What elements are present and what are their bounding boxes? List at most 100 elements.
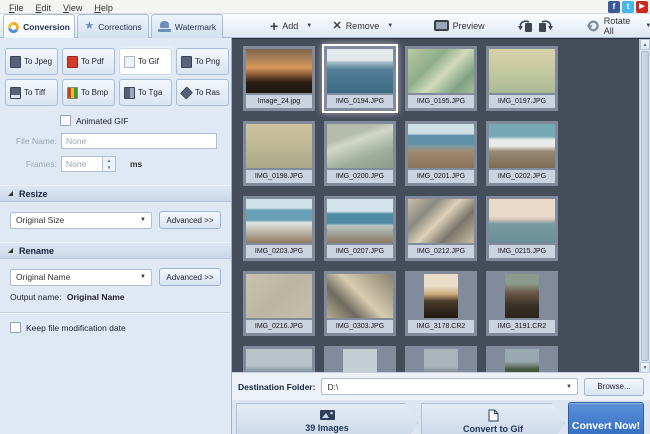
thumbnail-grid: Image_24.jpg IMG_0194.JPG IMG_0195.JPG I… (232, 38, 650, 372)
browse-button[interactable]: Browse... (584, 377, 644, 396)
thumbnail-item[interactable]: IMG_3207.CR2 (243, 346, 315, 372)
format-button[interactable]: To Bmp (62, 79, 115, 106)
tab-toolbar-band: Conversion ★ Corrections Watermark + Add… (0, 14, 650, 39)
thumbnail-filename: IMG_0201.JPG (408, 170, 474, 183)
tab-conversion[interactable]: Conversion (3, 14, 75, 39)
thumbnail-image (327, 49, 393, 93)
menu-item[interactable]: File (3, 3, 30, 13)
social-icon[interactable]: ▶ (636, 1, 648, 13)
format-label: To Gif (138, 57, 159, 66)
format-button[interactable]: To Gif (119, 48, 172, 75)
format-button[interactable]: To Tga (119, 79, 172, 106)
destination-combo[interactable]: D:\ ▼ (321, 378, 578, 395)
format-button[interactable]: To Tiff (5, 79, 58, 106)
thumbnail-item[interactable]: IMG_0203.JPG (243, 196, 315, 261)
thumbnail-item[interactable]: IMG_0215.JPG (486, 196, 558, 261)
plus-icon: + (270, 17, 279, 34)
thumbnail-item[interactable]: IMG_0195.JPG (405, 46, 477, 111)
format-button[interactable]: To Ras (176, 79, 229, 106)
thumbnail-item[interactable]: IMG_0198.JPG (243, 121, 315, 186)
thumbnail-item[interactable]: IMG_3236.CR2 (324, 346, 396, 372)
thumbnail-image (408, 199, 474, 243)
thumbnail-item[interactable]: IMG_0201.JPG (405, 121, 477, 186)
thumbnail-filename: IMG_0207.JPG (327, 245, 393, 258)
scrollbar-thumb[interactable] (641, 51, 649, 361)
scroll-down-icon[interactable]: ▼ (640, 362, 650, 372)
thumbnail-item[interactable]: IMG_0216.JPG (243, 271, 315, 336)
menu-item[interactable]: Help (88, 3, 119, 13)
format-icon (181, 55, 192, 68)
thumbnail-item[interactable]: IMG_0207.JPG (324, 196, 396, 261)
file-name-input[interactable] (61, 133, 217, 149)
thumbnail-filename: Image_24.jpg (246, 95, 312, 108)
menu-item[interactable]: View (57, 3, 88, 13)
preview-button[interactable]: Preview (431, 18, 488, 33)
thumbnail-filename: IMG_0203.JPG (246, 245, 312, 258)
rename-controls: Original Name ▼ Advanced >> (10, 268, 221, 286)
tab-watermark[interactable]: Watermark (151, 14, 223, 38)
thumbnail-image (246, 124, 312, 168)
thumbnail-image (246, 349, 312, 372)
rename-section-header[interactable]: Rename (0, 242, 231, 259)
rename-advanced-button[interactable]: Advanced >> (159, 268, 221, 286)
stepper-down-icon[interactable]: ▼ (103, 164, 115, 171)
add-button[interactable]: + Add (267, 18, 301, 34)
rotate-right-button[interactable] (538, 19, 553, 33)
thumbnail-item[interactable]: IMG_0200.JPG (324, 121, 396, 186)
remove-icon: ✕ (332, 20, 342, 32)
thumbnail-filename: IMG_0198.JPG (246, 170, 312, 183)
thumbnail-image (408, 124, 474, 168)
format-button[interactable]: To Jpeg (5, 48, 58, 75)
vertical-scrollbar[interactable]: ▲ ▼ (639, 39, 650, 372)
tab-corrections[interactable]: ★ Corrections (77, 14, 149, 38)
thumbnail-item[interactable]: IMG_0212.JPG (405, 196, 477, 261)
status-bar: 39 Images Convert to Gif Convert Now! (232, 400, 650, 434)
thumbnail-item[interactable]: IMG_3293.CR2 (486, 346, 558, 372)
animated-gif-checkbox[interactable] (60, 115, 71, 126)
stepper-up-icon[interactable]: ▲ (103, 157, 115, 164)
rename-dropdown[interactable]: Original Name ▼ (10, 268, 152, 286)
rotate-left-button[interactable] (517, 19, 533, 33)
thumbnail-item[interactable]: IMG_0197.JPG (486, 46, 558, 111)
format-button[interactable]: To Pdf (62, 48, 115, 75)
resize-advanced-button[interactable]: Advanced >> (159, 211, 221, 229)
rotate-all-button[interactable]: Rotate All (583, 14, 641, 38)
add-dropdown-caret[interactable]: ▼ (306, 23, 312, 29)
frames-input[interactable] (61, 156, 103, 172)
thumbnail-item[interactable]: IMG_0194.JPG (322, 44, 398, 113)
format-button[interactable]: To Png (176, 48, 229, 75)
social-icon[interactable]: t (622, 1, 634, 13)
thumbnail-item[interactable]: IMG_3191.CR2 (486, 271, 558, 336)
thumbnail-item[interactable]: IMG_3287.CR2 (405, 346, 477, 372)
menu-item[interactable]: Edit (30, 3, 58, 13)
keep-date-checkbox[interactable] (10, 322, 21, 333)
thumbnail-item[interactable]: IMG_3178.CR2 (405, 271, 477, 336)
rotate-all-dropdown-caret[interactable]: ▼ (645, 23, 650, 29)
thumbnail-item[interactable]: IMG_0202.JPG (486, 121, 558, 186)
menu-bar: File Edit View Help f t ▶ (0, 0, 650, 14)
add-label: Add (282, 20, 299, 31)
thumbnail-filename: IMG_0194.JPG (327, 95, 393, 108)
tab-corrections-label: Corrections (98, 21, 142, 32)
remove-dropdown-caret[interactable]: ▼ (387, 23, 393, 29)
remove-button[interactable]: ✕ Remove (329, 17, 382, 34)
rename-dropdown-value: Original Name (16, 272, 71, 282)
convert-now-button[interactable]: Convert Now! (568, 402, 644, 434)
resize-dropdown[interactable]: Original Size ▼ (10, 211, 152, 229)
animated-gif-row: Animated GIF (60, 115, 231, 126)
panel-divider (0, 312, 231, 313)
output-name-label: Output name: (10, 292, 62, 302)
resize-dropdown-value: Original Size (16, 215, 65, 225)
frames-stepper[interactable]: ▲ ▼ (103, 156, 116, 172)
social-icon[interactable]: f (608, 1, 620, 13)
resize-controls: Original Size ▼ Advanced >> (10, 211, 221, 229)
resize-section-header[interactable]: Resize (0, 185, 231, 202)
thumbnail-list: Image_24.jpg IMG_0194.JPG IMG_0195.JPG I… (232, 39, 639, 372)
thumbnail-item[interactable]: Image_24.jpg (243, 46, 315, 111)
destination-value: D:\ (327, 381, 339, 392)
star-icon: ★ (84, 20, 95, 32)
scroll-up-icon[interactable]: ▲ (640, 39, 650, 50)
thumbnail-item[interactable]: IMG_0303.JPG (324, 271, 396, 336)
rotate-all-icon (586, 19, 600, 33)
frames-label: Frames: (25, 159, 57, 169)
